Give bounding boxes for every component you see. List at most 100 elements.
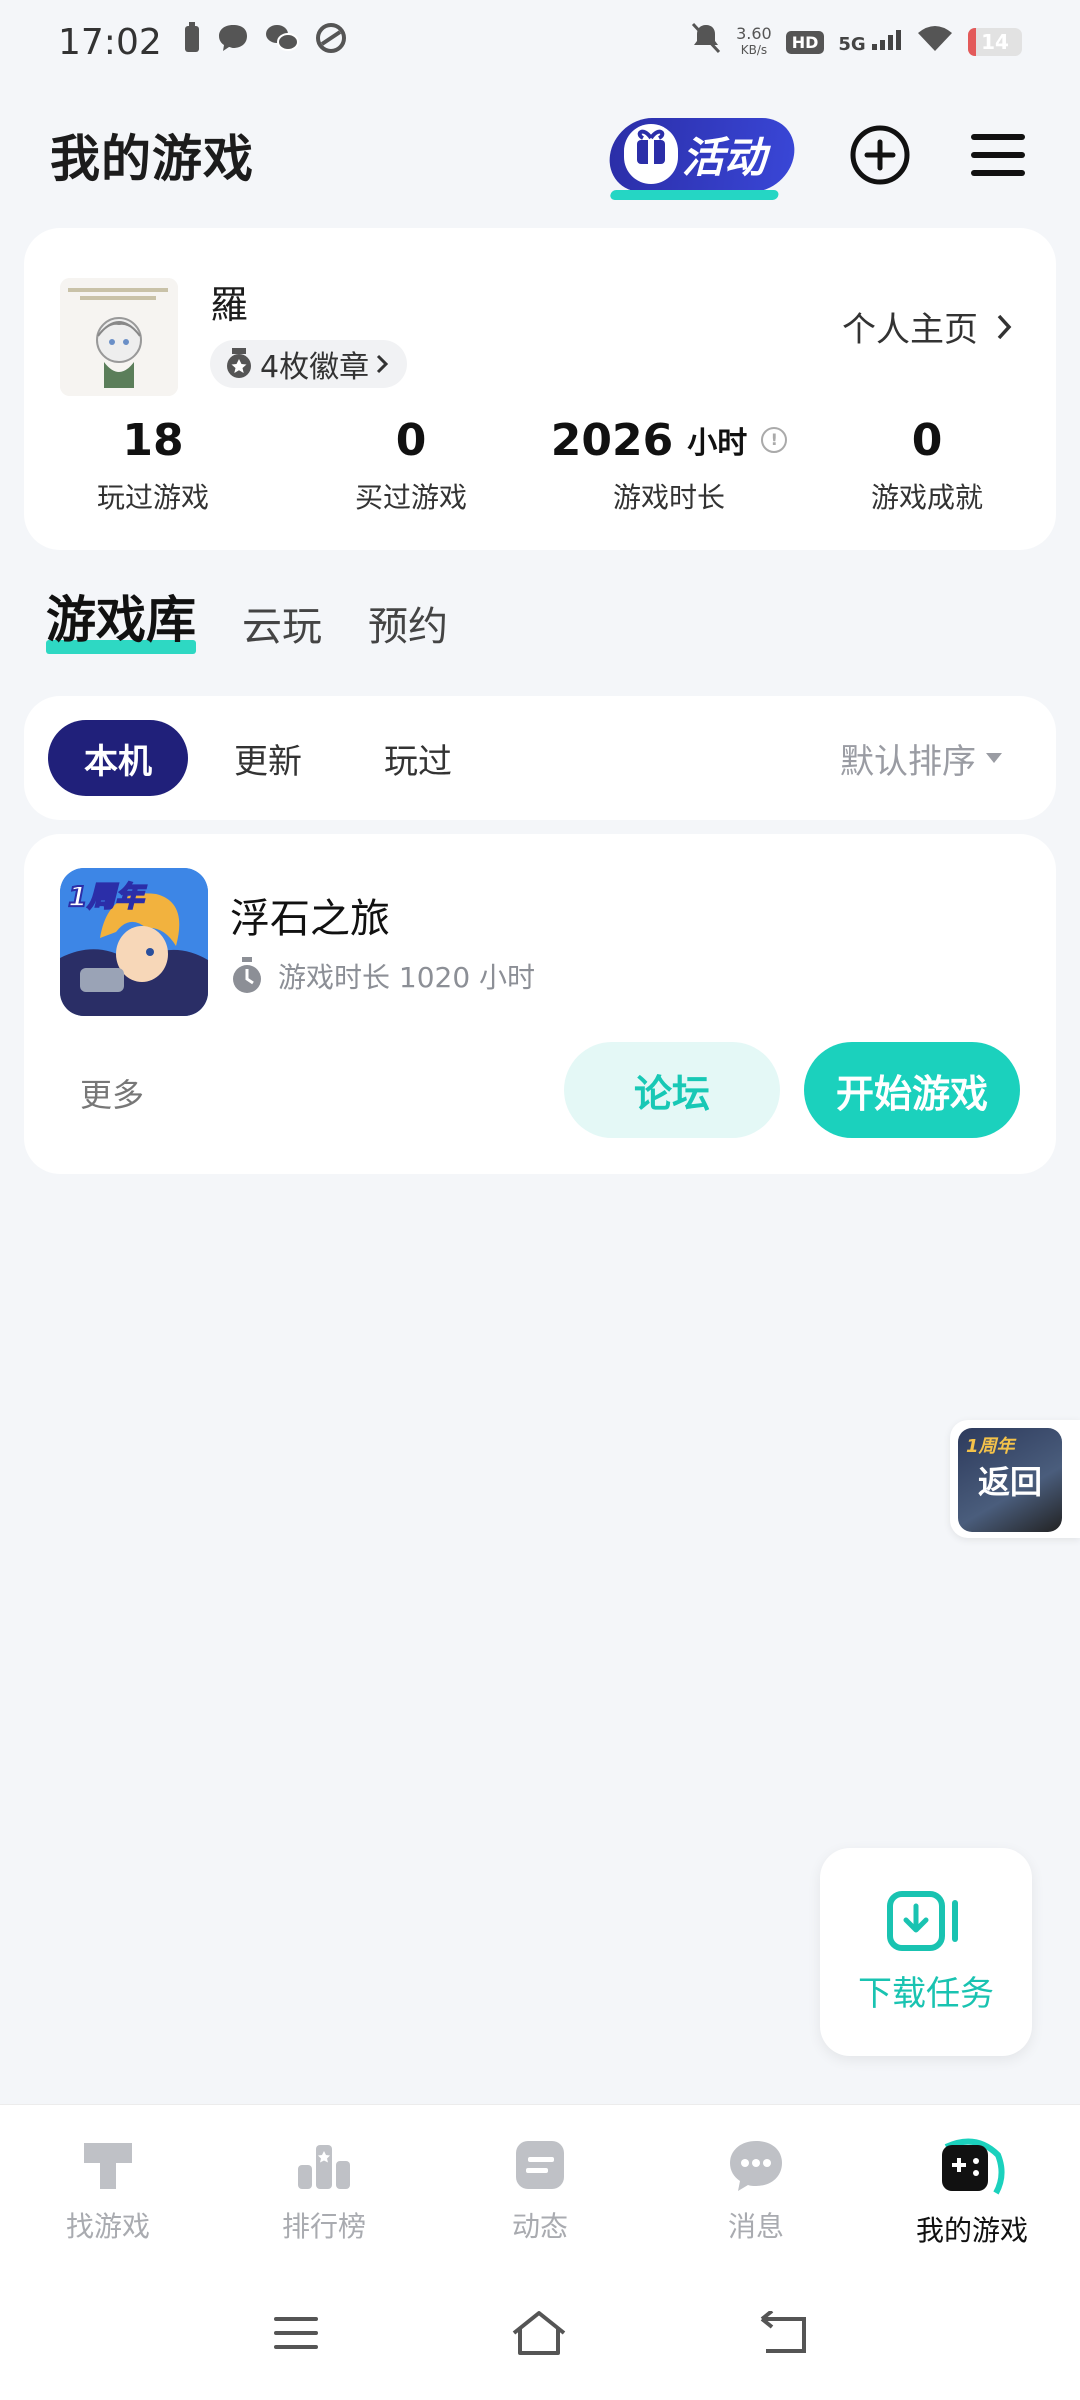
signal-5g: 5G xyxy=(838,29,902,55)
mute-icon xyxy=(690,21,722,64)
message-icon xyxy=(216,22,250,63)
network-type: 5G xyxy=(838,33,866,55)
tab-game-library[interactable]: 游戏库 xyxy=(46,580,196,660)
back-thumbnail-badge: 1周年 xyxy=(966,1436,1015,1457)
sort-label: 默认排序 xyxy=(840,741,976,782)
forum-button[interactable]: 论坛 xyxy=(564,1042,780,1138)
back-label: 返回 xyxy=(977,1463,1042,1501)
wechat-icon xyxy=(264,22,300,63)
net-speed: 3.60 KB/s xyxy=(736,26,772,58)
stat-games-played[interactable]: 18 玩过游戏 xyxy=(24,412,282,516)
hamburger-icon xyxy=(971,134,1025,176)
stat-label: 游戏时长 xyxy=(612,481,725,514)
medal-icon xyxy=(227,348,251,378)
chevron-right-icon xyxy=(377,354,389,374)
game-icon-badge: 1周年 xyxy=(68,880,147,913)
stat-label: 买过游戏 xyxy=(354,481,467,514)
chevron-right-icon xyxy=(997,314,1012,339)
menu-button[interactable] xyxy=(966,123,1030,187)
library-tabs: 游戏库 云玩 预约 xyxy=(46,580,448,660)
page-title: 我的游戏 xyxy=(50,130,254,188)
add-button[interactable] xyxy=(848,123,912,187)
battery-saver-icon xyxy=(182,21,202,63)
more-button[interactable]: 更多 xyxy=(80,1070,144,1116)
gamepad-icon xyxy=(942,2138,1005,2195)
stat-value: 0 xyxy=(911,414,943,466)
activity-label: 活动 xyxy=(682,133,767,182)
nav-label: 动态 xyxy=(511,2210,568,2243)
stat-label: 玩过游戏 xyxy=(96,481,209,514)
tab-label: 游戏库 xyxy=(46,591,196,649)
stat-unit: 小时 xyxy=(687,426,748,461)
stat-value: 2026 xyxy=(550,414,674,466)
net-speed-unit: KB/s xyxy=(740,43,768,57)
download-tasks-label: 下载任务 xyxy=(858,1973,994,2014)
username: 羅 xyxy=(210,283,249,327)
filter-chip-played[interactable]: 玩过 xyxy=(348,720,488,796)
ranking-icon xyxy=(298,2145,350,2189)
activity-button[interactable]: 活动 xyxy=(604,110,800,200)
stat-label: 游戏成就 xyxy=(870,481,983,514)
caret-down-icon xyxy=(986,753,1002,763)
nav-messages[interactable]: 消息 xyxy=(648,2105,864,2270)
status-time: 17:02 xyxy=(58,21,162,63)
signal-bars-icon xyxy=(872,29,901,50)
nav-my-games[interactable]: 我的游戏 xyxy=(864,2105,1080,2270)
game-card: 1周年 浮石之旅 游戏时长 1020 小时 更多 论坛 开始游戏 xyxy=(24,834,1056,1174)
sort-dropdown[interactable]: 默认排序 xyxy=(840,734,1002,783)
badges-label: 4枚徽章 xyxy=(260,350,370,385)
nav-label: 消息 xyxy=(727,2210,784,2243)
stat-play-time[interactable]: 2026 小时 ! 游戏时长 xyxy=(540,412,798,516)
chat-bubble-icon xyxy=(730,2141,782,2191)
tab-reservations[interactable]: 预约 xyxy=(368,594,448,660)
nav-label: 我的游戏 xyxy=(915,2214,1028,2247)
stat-value: 0 xyxy=(395,414,427,466)
download-icon xyxy=(887,1890,958,1951)
filter-chip-updates[interactable]: 更新 xyxy=(198,720,338,796)
nav-rankings[interactable]: 排行榜 xyxy=(216,2105,432,2270)
plus-circle-icon xyxy=(850,125,910,185)
hd-indicator: HD xyxy=(785,30,825,54)
net-speed-value: 3.60 xyxy=(736,24,772,43)
game-playtime: 游戏时长 1020 小时 xyxy=(230,956,535,996)
stat-achievements[interactable]: 0 游戏成就 xyxy=(798,412,1056,516)
profile-home-link[interactable]: 个人主页 xyxy=(842,302,1012,351)
feed-icon xyxy=(516,2141,564,2189)
playtime-text: 游戏时长 1020 小时 xyxy=(278,961,536,994)
nav-label: 排行榜 xyxy=(281,2210,366,2243)
status-bar: 17:02 3.60 KB/s HD 5G 14 xyxy=(0,0,1080,84)
game-name: 浮石之旅 xyxy=(230,896,390,942)
nav-feed[interactable]: 动态 xyxy=(432,2105,648,2270)
filter-bar: 本机 更新 玩过 默认排序 xyxy=(24,696,1056,820)
home-icon[interactable] xyxy=(510,2309,568,2361)
game-icon[interactable]: 1周年 xyxy=(60,868,208,1016)
battery-fill xyxy=(968,28,976,56)
floating-back-button[interactable]: 1周年 返回 xyxy=(950,1420,1080,1538)
nav-label: 找游戏 xyxy=(65,2210,150,2243)
find-games-icon xyxy=(84,2143,132,2189)
info-icon[interactable]: ! xyxy=(761,427,788,453)
bottom-nav: 找游戏 排行榜 动态 消息 我的游戏 xyxy=(0,2104,1080,2270)
system-nav-bar xyxy=(0,2270,1080,2400)
stat-games-bought[interactable]: 0 买过游戏 xyxy=(282,412,540,516)
download-tasks-button[interactable]: 下载任务 xyxy=(820,1848,1032,2056)
battery-level: 14 xyxy=(981,30,1009,54)
tab-cloud-play[interactable]: 云玩 xyxy=(242,594,322,660)
wifi-icon xyxy=(916,22,954,62)
start-game-button[interactable]: 开始游戏 xyxy=(804,1042,1020,1138)
page-header: 我的游戏 活动 xyxy=(50,110,1030,200)
nav-find-games[interactable]: 找游戏 xyxy=(0,2105,216,2270)
badges-button[interactable]: 4枚徽章 xyxy=(210,340,408,388)
stat-value: 18 xyxy=(122,414,184,466)
back-thumbnail: 1周年 返回 xyxy=(958,1428,1062,1532)
profile-stats: 18 玩过游戏 0 买过游戏 2026 小时 ! 游戏时长 0 游戏成就 xyxy=(24,412,1056,516)
back-icon[interactable] xyxy=(758,2309,808,2359)
profile-card: 羅 4枚徽章 个人主页 18 玩过游戏 0 买过游戏 2026 小时 ! 游戏时… xyxy=(24,228,1056,550)
avatar[interactable] xyxy=(60,278,178,396)
stopwatch-icon xyxy=(233,957,261,993)
recent-apps-icon[interactable] xyxy=(272,2315,320,2355)
filter-chip-local[interactable]: 本机 xyxy=(48,720,188,796)
tab-label: 预约 xyxy=(368,604,448,650)
app-notification-icon xyxy=(314,22,348,63)
profile-home-label: 个人主页 xyxy=(842,310,978,350)
